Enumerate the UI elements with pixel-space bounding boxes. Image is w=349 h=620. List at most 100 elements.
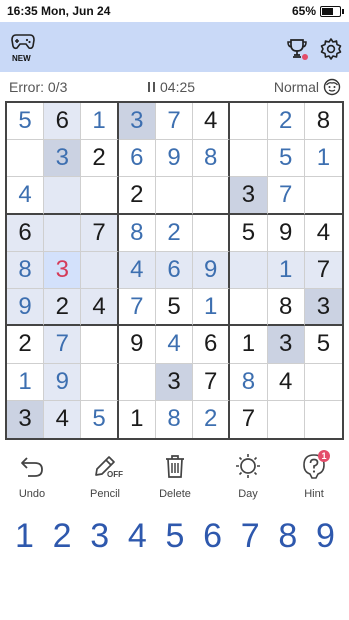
sudoku-cell[interactable]: 5 (304, 326, 342, 364)
sudoku-cell[interactable]: 6 (155, 251, 194, 290)
sudoku-cell[interactable]: 9 (155, 140, 194, 178)
numpad-key-7[interactable]: 7 (232, 513, 269, 559)
sudoku-cell[interactable]: 2 (193, 400, 231, 438)
sudoku-cell[interactable]: 3 (7, 400, 45, 438)
numpad-key-5[interactable]: 5 (157, 513, 194, 559)
sudoku-cell[interactable]: 1 (81, 103, 119, 141)
sudoku-cell[interactable]: 4 (44, 400, 82, 438)
day-mode-button[interactable]: Day (216, 452, 280, 500)
sudoku-cell[interactable]: 4 (267, 363, 305, 401)
hint-button[interactable]: 1 Hint (282, 450, 346, 500)
numpad-key-1[interactable]: 1 (6, 513, 43, 559)
sudoku-cell[interactable]: 3 (155, 363, 194, 401)
sudoku-cell[interactable]: 4 (304, 215, 342, 252)
sudoku-cell[interactable]: 9 (7, 289, 45, 327)
sudoku-cell[interactable]: 1 (304, 140, 342, 178)
sudoku-cell[interactable]: 6 (7, 214, 45, 252)
sudoku-cell[interactable]: 5 (81, 400, 119, 438)
sudoku-cell[interactable]: 2 (267, 103, 305, 141)
sudoku-cell[interactable] (193, 214, 231, 252)
sudoku-cell[interactable]: 4 (81, 289, 119, 327)
trophy-icon[interactable] (284, 36, 310, 62)
sudoku-cell[interactable]: 2 (44, 289, 82, 327)
gamepad-icon[interactable] (10, 30, 36, 52)
sudoku-cell[interactable] (81, 363, 119, 401)
sudoku-cell[interactable]: 1 (193, 289, 231, 327)
sudoku-cell[interactable]: 2 (81, 140, 119, 178)
sudoku-cell[interactable]: 7 (44, 326, 82, 364)
sudoku-cell[interactable]: 1 (7, 363, 45, 401)
sudoku-cell[interactable]: 7 (304, 251, 342, 290)
sudoku-cell[interactable] (193, 177, 231, 215)
sudoku-cell[interactable]: 2 (118, 177, 156, 215)
sudoku-cell[interactable]: 5 (155, 289, 194, 327)
numpad-key-2[interactable]: 2 (44, 513, 81, 559)
sudoku-cell[interactable] (230, 140, 268, 178)
sudoku-cell[interactable] (81, 326, 119, 364)
sudoku-cell[interactable] (81, 177, 119, 215)
sudoku-cell[interactable]: 8 (267, 289, 305, 327)
sudoku-cell[interactable]: 8 (193, 140, 231, 178)
sudoku-cell[interactable] (81, 251, 119, 290)
sudoku-cell[interactable]: 1 (267, 251, 305, 290)
sudoku-cell[interactable]: 4 (193, 103, 231, 141)
sudoku-cell[interactable]: 3 (118, 103, 156, 141)
sudoku-cell[interactable]: 8 (156, 400, 194, 438)
sudoku-cell[interactable]: 8 (304, 103, 342, 141)
sudoku-cell[interactable]: 9 (118, 326, 156, 364)
numpad-key-9[interactable]: 9 (307, 513, 344, 559)
sudoku-cell[interactable] (230, 289, 268, 327)
sudoku-cell[interactable]: 6 (118, 140, 156, 178)
sudoku-cell[interactable]: 3 (230, 177, 268, 215)
sudoku-cell[interactable] (230, 251, 268, 290)
sudoku-cell[interactable] (118, 363, 156, 401)
sudoku-cell[interactable]: 4 (155, 326, 194, 364)
sudoku-cell[interactable]: 3 (304, 289, 342, 327)
settings-icon[interactable] (318, 36, 344, 62)
sudoku-cell[interactable]: 5 (230, 214, 268, 252)
sudoku-cell[interactable] (44, 177, 82, 215)
sudoku-cell[interactable] (155, 177, 194, 215)
sudoku-cell[interactable]: 1 (230, 326, 268, 364)
numpad-key-8[interactable]: 8 (269, 513, 306, 559)
sudoku-cell[interactable]: 3 (267, 326, 305, 364)
sudoku-cell[interactable]: 8 (230, 363, 268, 401)
sudoku-cell[interactable]: 8 (118, 214, 156, 252)
numpad-key-3[interactable]: 3 (81, 513, 118, 559)
sudoku-cell[interactable] (304, 364, 342, 401)
sudoku-cell[interactable]: 7 (155, 103, 194, 141)
delete-button[interactable]: Delete (143, 452, 207, 500)
timer[interactable]: 04:25 (148, 79, 195, 95)
sudoku-cell[interactable]: 1 (119, 400, 156, 438)
sudoku-cell[interactable]: 7 (81, 214, 119, 252)
sudoku-cell[interactable]: 7 (230, 400, 268, 438)
sudoku-cell[interactable]: 6 (44, 103, 82, 141)
sudoku-cell[interactable] (44, 214, 82, 252)
sudoku-cell[interactable]: 2 (7, 326, 45, 364)
sudoku-cell[interactable]: 9 (44, 363, 82, 401)
sudoku-cell[interactable]: 2 (155, 214, 194, 252)
sudoku-cell[interactable]: 5 (7, 103, 45, 141)
sudoku-cell[interactable] (304, 177, 342, 215)
sudoku-cell[interactable] (305, 401, 342, 438)
sudoku-cell[interactable] (268, 400, 305, 438)
sudoku-cell[interactable]: 9 (267, 214, 305, 252)
selected-cell[interactable]: 3 (44, 251, 82, 290)
sudoku-cell[interactable]: 3 (44, 140, 82, 178)
sudoku-cell[interactable]: 8 (7, 251, 45, 290)
sudoku-cell[interactable]: 4 (118, 251, 156, 290)
pause-icon[interactable] (148, 82, 155, 92)
sudoku-cell[interactable]: 5 (267, 140, 305, 178)
sudoku-cell[interactable]: 6 (193, 326, 231, 364)
sudoku-cell[interactable]: 4 (7, 177, 45, 215)
pencil-button[interactable]: OFF Pencil (73, 452, 137, 500)
numpad-key-6[interactable]: 6 (194, 513, 231, 559)
numpad-key-4[interactable]: 4 (119, 513, 156, 559)
undo-button[interactable]: Undo (0, 452, 64, 500)
sudoku-cell[interactable]: 7 (193, 363, 231, 401)
sudoku-cell[interactable]: 7 (118, 289, 156, 327)
sudoku-cell[interactable] (7, 140, 45, 178)
sudoku-cell[interactable]: 7 (267, 177, 305, 215)
sudoku-cell[interactable] (230, 103, 268, 141)
sudoku-cell[interactable]: 9 (193, 251, 231, 290)
